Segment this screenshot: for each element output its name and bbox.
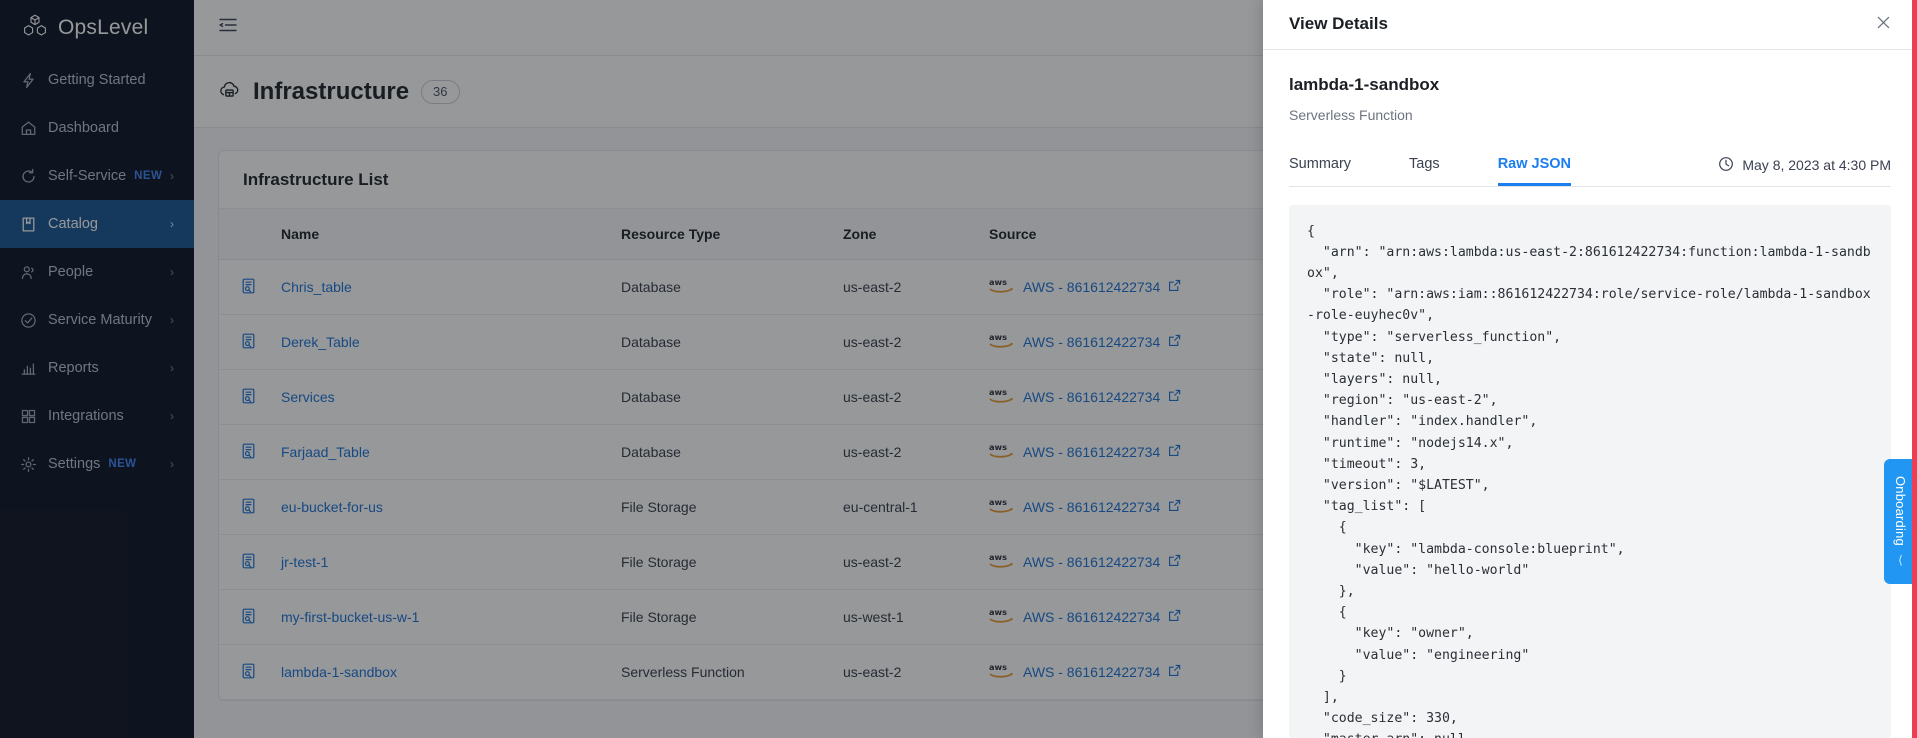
close-icon[interactable] — [1876, 15, 1891, 33]
view-details-drawer: View Details lambda-1-sandbox Serverless… — [1263, 0, 1917, 738]
right-edge-scrollbar[interactable] — [1912, 0, 1917, 738]
entity-type: Serverless Function — [1289, 106, 1413, 123]
raw-json-text: { "arn": "arn:aws:lambda:us-east-2:86161… — [1307, 223, 1871, 738]
clock-icon — [1718, 156, 1734, 175]
raw-json-panel[interactable]: { "arn": "arn:aws:lambda:us-east-2:86161… — [1289, 204, 1891, 738]
tab-summary[interactable]: Summary — [1289, 156, 1351, 186]
drawer-header: View Details — [1263, 0, 1917, 50]
tab-raw-json[interactable]: Raw JSON — [1497, 156, 1572, 186]
last-updated-timestamp: May 8, 2023 at 4:30 PM — [1718, 156, 1891, 175]
chevron-left-icon: ⟨ — [1898, 553, 1903, 568]
onboarding-label: Onboarding — [1893, 475, 1908, 546]
drawer-tabs: Summary Tags Raw JSON May 8, 2023 at 4:3… — [1289, 147, 1891, 187]
entity-name: lambda-1-sandbox — [1289, 74, 1440, 94]
timestamp-text: May 8, 2023 at 4:30 PM — [1742, 157, 1891, 174]
tab-tags[interactable]: Tags — [1409, 156, 1440, 186]
drawer-title: View Details — [1289, 14, 1388, 34]
drawer-body: lambda-1-sandbox Serverless Function Sum… — [1263, 50, 1917, 187]
app-root: OpsLevel Getting Started Dashboard Self-Se… — [0, 0, 1917, 738]
